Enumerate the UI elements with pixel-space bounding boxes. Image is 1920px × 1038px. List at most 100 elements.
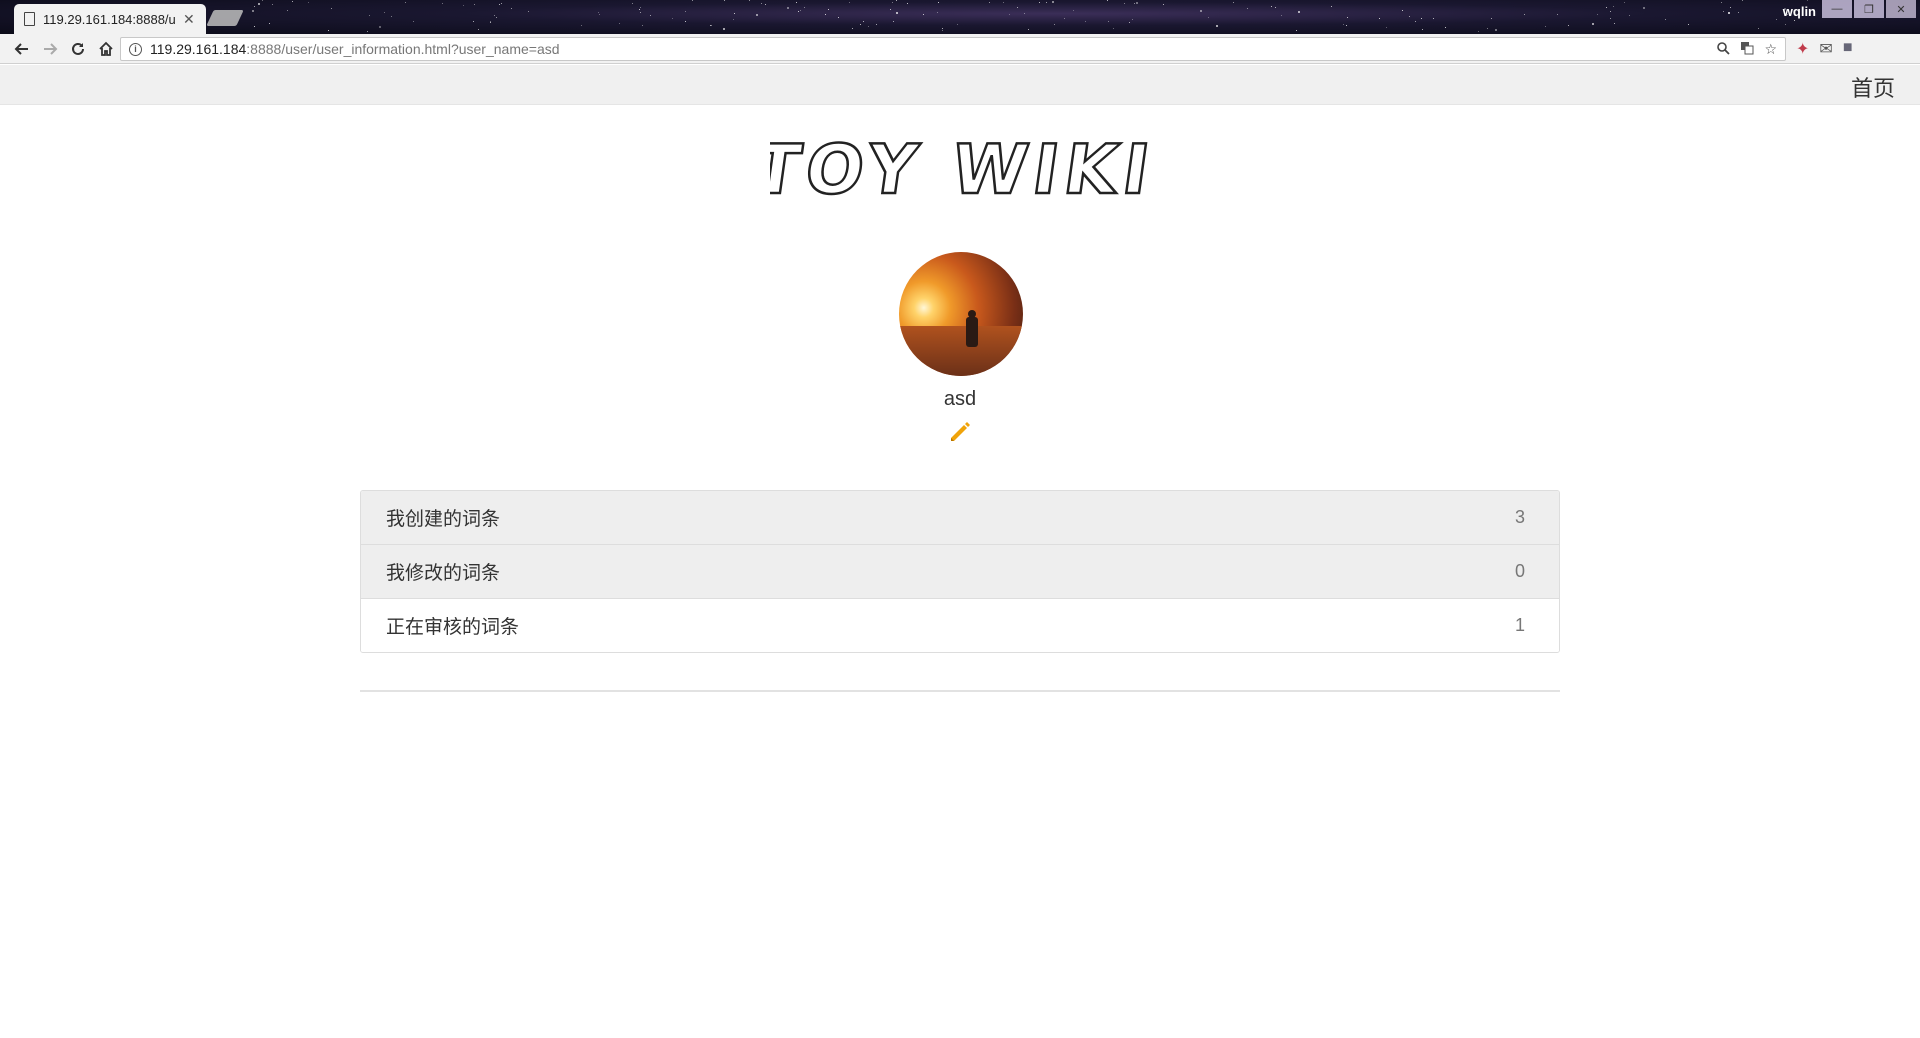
extension-icon[interactable]: ✦ — [1796, 39, 1809, 59]
new-tab-button[interactable] — [206, 10, 244, 26]
star-decoration — [639, 9, 640, 10]
star-decoration — [1723, 11, 1724, 12]
star-decoration — [1216, 25, 1218, 27]
star-decoration — [1017, 7, 1018, 8]
star-decoration — [254, 6, 255, 7]
star-decoration — [1024, 13, 1025, 14]
star-decoration — [804, 7, 805, 8]
star-decoration — [734, 13, 735, 14]
profile-name[interactable]: wqlin — [1783, 4, 1816, 19]
browser-titlebar: 119.29.161.184:8888/u ✕ wqlin — ❐ ✕ — [0, 0, 1920, 34]
star-decoration — [849, 2, 850, 3]
star-decoration — [1039, 2, 1040, 3]
star-icon[interactable]: ☆ — [1764, 41, 1777, 58]
mail-icon[interactable]: ✉ — [1819, 39, 1832, 59]
star-decoration — [1124, 3, 1125, 4]
star-decoration — [838, 17, 839, 18]
star-decoration — [692, 0, 693, 1]
star-decoration — [1614, 23, 1615, 24]
tab-close-icon[interactable]: ✕ — [183, 11, 195, 28]
star-decoration — [1409, 16, 1410, 17]
star-decoration — [1271, 6, 1272, 7]
omnibox-icons: ☆ — [1716, 41, 1777, 58]
star-decoration — [272, 4, 273, 5]
address-bar[interactable]: i 119.29.161.184:8888/user/user_informat… — [120, 37, 1786, 61]
zoom-icon[interactable] — [1716, 41, 1731, 58]
list-item-reviewing[interactable]: 正在审核的词条 1 — [361, 599, 1559, 652]
info-icon[interactable]: i — [129, 42, 142, 56]
reload-icon[interactable] — [64, 35, 92, 63]
star-decoration — [1107, 0, 1108, 1]
star-decoration — [496, 17, 497, 18]
browser-tab[interactable]: 119.29.161.184:8888/u ✕ — [14, 4, 206, 34]
translate-icon[interactable] — [1740, 41, 1754, 58]
nav-home-link[interactable]: 首页 — [1851, 71, 1895, 103]
star-decoration — [581, 25, 582, 26]
star-decoration — [413, 21, 414, 22]
star-decoration — [1557, 14, 1558, 15]
list-item-count: 3 — [1514, 507, 1525, 527]
star-decoration — [258, 3, 260, 5]
star-decoration — [474, 4, 475, 5]
star-decoration — [685, 11, 686, 12]
avatar — [899, 252, 1023, 376]
star-decoration — [1422, 29, 1423, 30]
url-text: 119.29.161.184:8888/user/user_informatio… — [150, 41, 560, 57]
star-decoration — [876, 24, 877, 25]
star-decoration — [1028, 29, 1029, 30]
window-controls: — ❐ ✕ — [1822, 0, 1916, 18]
star-decoration — [896, 0, 897, 1]
site-logo[interactable]: TOY WIKI — [0, 128, 1920, 213]
star-decoration — [511, 8, 512, 9]
star-decoration — [825, 14, 826, 15]
star-decoration — [528, 11, 529, 12]
star-decoration — [892, 2, 893, 3]
star-decoration — [787, 7, 789, 9]
star-decoration — [1433, 18, 1434, 19]
close-window-icon[interactable]: ✕ — [1886, 0, 1916, 18]
star-decoration — [1200, 10, 1202, 12]
star-decoration — [723, 28, 725, 30]
username: asd — [943, 388, 977, 410]
star-decoration — [442, 3, 443, 4]
star-decoration — [640, 7, 641, 8]
restore-icon[interactable]: ❐ — [1854, 0, 1884, 18]
forward-arrow-icon[interactable] — [36, 35, 64, 63]
star-decoration — [1054, 24, 1055, 25]
star-decoration — [896, 12, 898, 14]
back-arrow-icon[interactable] — [8, 35, 36, 63]
star-decoration — [1296, 30, 1297, 31]
star-decoration — [1129, 22, 1130, 23]
star-decoration — [1610, 11, 1611, 12]
star-decoration — [828, 9, 829, 10]
star-decoration — [800, 10, 801, 11]
minimize-icon[interactable]: — — [1822, 0, 1852, 18]
list-item-modified[interactable]: 我修改的词条 0 — [361, 545, 1559, 599]
extension-icon-2[interactable]: ■ — [1843, 39, 1853, 59]
star-decoration — [685, 21, 686, 22]
star-decoration — [1730, 7, 1731, 8]
star-decoration — [1610, 18, 1611, 19]
star-decoration — [1113, 28, 1114, 29]
star-decoration — [1247, 8, 1248, 9]
logo-image: TOY WIKI — [770, 130, 1150, 208]
star-decoration — [328, 30, 329, 31]
home-icon[interactable] — [92, 35, 120, 63]
list-item-label: 我创建的词条 — [386, 509, 501, 530]
star-decoration — [405, 2, 406, 3]
list-item-created[interactable]: 我创建的词条 3 — [361, 491, 1559, 545]
star-decoration — [798, 11, 799, 12]
star-decoration — [957, 24, 958, 25]
star-decoration — [937, 12, 938, 13]
star-decoration — [1495, 29, 1497, 31]
star-decoration — [1347, 17, 1348, 18]
star-decoration — [1275, 7, 1276, 8]
star-decoration — [1688, 24, 1689, 25]
star-decoration — [1136, 2, 1138, 4]
page-icon — [24, 12, 35, 26]
edit-profile-button[interactable] — [946, 418, 974, 446]
star-decoration — [254, 26, 255, 27]
site-navbar: 首页 — [0, 65, 1920, 105]
star-decoration — [1421, 18, 1422, 19]
logo-text: TOY WIKI — [770, 131, 1150, 208]
